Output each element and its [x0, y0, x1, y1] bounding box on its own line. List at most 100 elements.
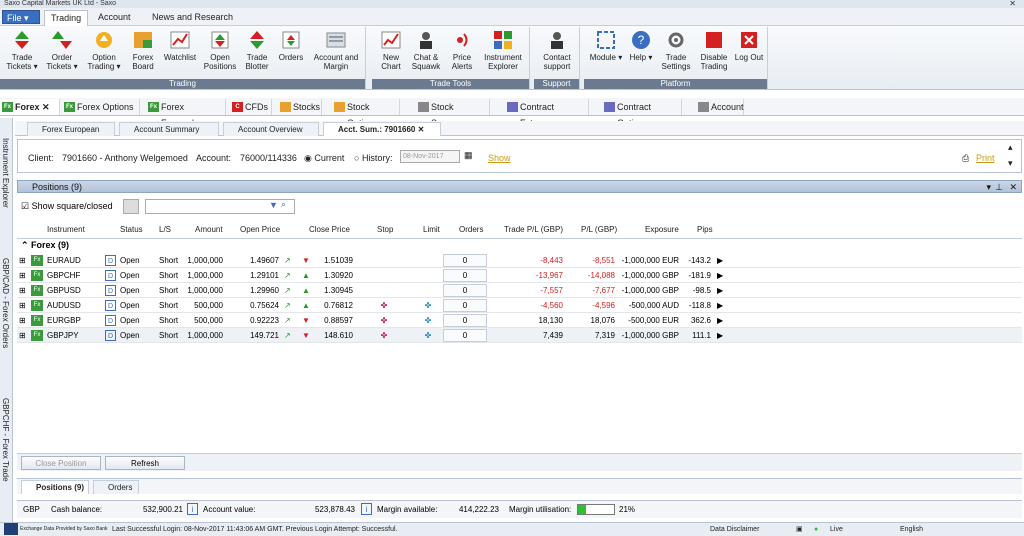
row-menu-icon[interactable]: ▶	[717, 253, 723, 268]
col-exposure[interactable]: Exposure	[645, 222, 679, 238]
instrument-explorer-button[interactable]: Instrument Explorer	[478, 29, 528, 71]
tab-acct-sum[interactable]: Acct. Sum.: 7901660 ✕	[323, 122, 441, 136]
expand-icon[interactable]: ⊞	[19, 328, 26, 343]
scroll-down-icon[interactable]: ▾	[1008, 158, 1013, 169]
table-row[interactable]: ⊞ Fx AUDUSD D Open Short 500,000 0.75624 ↗ ▲ 0.768…	[17, 298, 1022, 313]
menu-tab-account[interactable]: Account	[92, 10, 137, 26]
orders-cell[interactable]: 0	[443, 254, 487, 267]
tab-stocks[interactable]: Stocks	[278, 99, 322, 115]
col-status[interactable]: Status	[120, 222, 143, 238]
info-icon[interactable]: i	[187, 503, 198, 515]
module-button[interactable]: Module ▾	[588, 29, 624, 62]
chart-icon[interactable]: ↗	[284, 253, 291, 268]
col-limit[interactable]: Limit	[423, 222, 440, 238]
sidebar-gbpchf-trade[interactable]: GBPCHF - Forex Trade	[1, 398, 10, 482]
tab-contract-futures[interactable]: Contract Futures	[505, 99, 589, 128]
search-icon[interactable]: ⌕	[281, 199, 286, 210]
expand-icon[interactable]: ⊞	[19, 253, 26, 268]
chart-icon[interactable]: ↗	[284, 328, 291, 343]
option-trading-button[interactable]: Option Trading ▾	[84, 29, 124, 71]
limit-order-icon[interactable]: ✤	[413, 298, 443, 313]
trade-settings-button[interactable]: Trade Settings	[658, 29, 694, 71]
log-out-button[interactable]: Log Out	[734, 29, 764, 62]
row-menu-icon[interactable]: ▶	[717, 268, 723, 283]
col-pips[interactable]: Pips	[697, 222, 713, 238]
orders-cell[interactable]: 0	[443, 269, 487, 282]
close-icon[interactable]: ✕	[42, 102, 50, 112]
trade-tickets-button[interactable]: Trade Tickets ▾	[4, 29, 40, 71]
col-ls[interactable]: L/S	[159, 222, 171, 238]
orders-cell[interactable]: 0	[443, 314, 487, 327]
details-icon[interactable]: D	[105, 330, 116, 341]
col-instrument[interactable]: Instrument	[47, 222, 85, 238]
table-row[interactable]: ⊞ Fx GBPUSD D Open Short 1,000,000 1.29960 ↗ ▲ 1.3…	[17, 283, 1022, 298]
col-open-price[interactable]: Open Price	[240, 222, 280, 238]
show-closed-checkbox[interactable]: ☑ Show square/closed	[21, 201, 113, 212]
expand-icon[interactable]: ⊞	[19, 313, 26, 328]
expand-icon[interactable]: ⊞	[19, 298, 26, 313]
limit-order-icon[interactable]: ✤	[413, 328, 443, 343]
tab-account[interactable]: Account	[696, 99, 744, 115]
details-icon[interactable]: D	[105, 255, 116, 266]
close-icon[interactable]: ✕	[418, 125, 425, 134]
row-menu-icon[interactable]: ▶	[717, 328, 723, 343]
current-radio[interactable]: ◉ Current	[304, 153, 344, 164]
table-row[interactable]: ⊞ Fx EURAUD D Open Short 1,000,000 1.49607 ↗ ▼ 1.5…	[17, 253, 1022, 268]
sidebar-gbpcad-orders[interactable]: GBP/CAD - Forex Orders	[1, 258, 10, 348]
col-stop[interactable]: Stop	[377, 222, 393, 238]
disable-trading-button[interactable]: Disable Trading	[696, 29, 732, 71]
calendar-icon[interactable]: ▦	[464, 150, 473, 161]
dropdown-icon[interactable]: ▾	[986, 181, 991, 193]
col-orders[interactable]: Orders	[459, 222, 483, 238]
tab-forex[interactable]: Fx Forex ✕	[0, 99, 60, 115]
chat-squawk-button[interactable]: Chat & Squawk	[408, 29, 444, 71]
close-icon[interactable]: ✕	[1009, 181, 1017, 193]
printer-icon[interactable]: ⎙	[962, 153, 969, 164]
tab-forex-european[interactable]: Forex European	[27, 122, 115, 136]
open-positions-button[interactable]: Open Positions	[202, 29, 238, 71]
order-tickets-button[interactable]: Order Tickets ▾	[44, 29, 80, 71]
table-row[interactable]: ⊞ Fx EURGBP D Open Short 500,000 0.92223 ↗ ▼ 0.885…	[17, 313, 1022, 328]
scroll-up-icon[interactable]: ▴	[1008, 142, 1013, 153]
orders-cell[interactable]: 0	[443, 299, 487, 312]
show-link[interactable]: Show	[488, 153, 511, 163]
chart-icon[interactable]: ↗	[284, 283, 291, 298]
expand-icon[interactable]: ⊞	[19, 268, 26, 283]
data-disclaimer-link[interactable]: Data Disclaimer	[710, 523, 759, 536]
language-label[interactable]: English	[900, 523, 923, 536]
watchlist-button[interactable]: Watchlist	[160, 29, 200, 62]
tab-orders[interactable]: Orders	[93, 480, 139, 494]
table-row[interactable]: ⊞ Fx GBPCHF D Open Short 1,000,000 1.29101 ↗ ▲ 1.3…	[17, 268, 1022, 283]
account-margin-button[interactable]: Account and Margin	[308, 29, 364, 71]
details-icon[interactable]: D	[105, 285, 116, 296]
menu-tab-news[interactable]: News and Research	[146, 10, 239, 26]
col-pl[interactable]: P/L (GBP)	[581, 222, 617, 238]
chart-icon[interactable]: ↗	[284, 268, 291, 283]
col-trade-pl[interactable]: Trade P/L (GBP)	[504, 222, 563, 238]
tab-positions[interactable]: Positions (9)	[21, 480, 89, 494]
info-icon[interactable]: i	[361, 503, 372, 515]
tab-contract-options[interactable]: Contract Options	[602, 99, 682, 128]
tab-account-overview[interactable]: Account Overview	[223, 122, 319, 136]
table-row[interactable]: ⊞ Fx GBPJPY D Open Short 1,000,000 149.721 ↗ ▼ 148…	[17, 328, 1022, 343]
details-icon[interactable]: D	[105, 315, 116, 326]
stop-order-icon[interactable]: ✤	[369, 298, 399, 313]
pin-icon[interactable]: ⊥	[995, 181, 1003, 193]
close-position-button[interactable]: Close Position	[21, 456, 101, 470]
details-icon[interactable]: D	[105, 270, 116, 281]
col-close-price[interactable]: Close Price	[309, 222, 350, 238]
details-icon[interactable]: D	[105, 300, 116, 311]
stop-order-icon[interactable]: ✤	[369, 313, 399, 328]
help-button[interactable]: ? Help ▾	[626, 29, 656, 62]
price-alerts-button[interactable]: Price Alerts	[448, 29, 476, 71]
orders-cell[interactable]: 0	[443, 329, 487, 342]
forex-board-button[interactable]: Forex Board	[128, 29, 158, 71]
window-close-icon[interactable]: ✕	[1009, 0, 1016, 8]
tab-forex-forwards[interactable]: FxForex Forwards	[146, 99, 226, 128]
tab-forex-options[interactable]: Fx Forex Options	[62, 99, 140, 115]
new-chart-button[interactable]: New Chart	[376, 29, 406, 71]
chart-icon[interactable]: ↗	[284, 313, 291, 328]
row-menu-icon[interactable]: ▶	[717, 298, 723, 313]
file-menu-button[interactable]: File ▾	[2, 10, 40, 24]
group-row-forex[interactable]: ⌃ Forex (9)	[17, 239, 1022, 252]
